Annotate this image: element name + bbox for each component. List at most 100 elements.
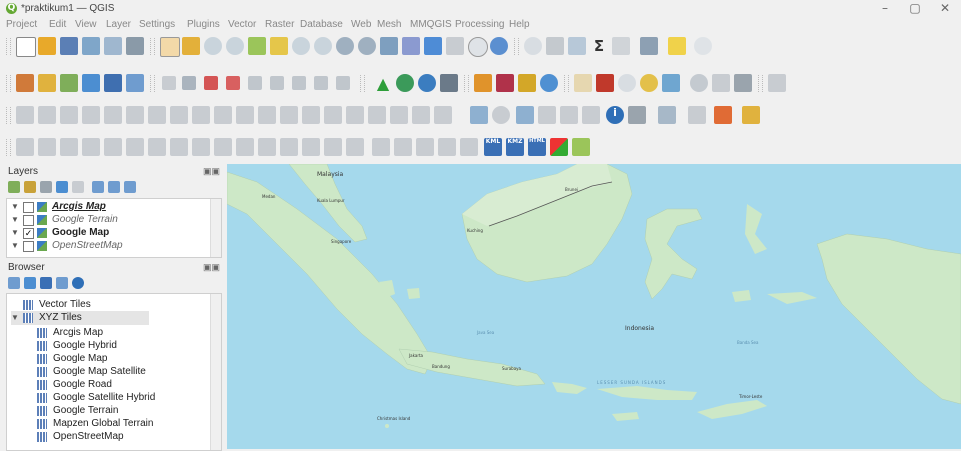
georeferencer-icon[interactable]	[396, 74, 414, 92]
layout-manager-icon[interactable]	[104, 37, 122, 55]
add-mesh-layer-icon[interactable]	[104, 74, 122, 92]
label-show-hide-icon[interactable]	[226, 76, 240, 90]
info-icon[interactable]: i	[606, 106, 624, 124]
label-diagram-icon[interactable]	[314, 76, 328, 90]
new-project-icon[interactable]	[16, 37, 36, 57]
close-button[interactable]: ✕	[930, 1, 960, 16]
layer-item-openstreetmap[interactable]: ▼ OpenStreetMap	[7, 240, 207, 253]
statistical-summary-icon[interactable]: Σ	[590, 37, 608, 55]
expand-all-icon[interactable]	[92, 181, 104, 193]
open-project-icon[interactable]	[38, 37, 56, 55]
reshape-icon[interactable]	[148, 106, 166, 124]
measure-icon[interactable]	[612, 37, 630, 55]
text-annotation-icon[interactable]	[688, 106, 706, 124]
trim-extend-icon[interactable]	[412, 106, 430, 124]
hillshade-tool-icon[interactable]	[460, 138, 478, 156]
panel-float-close-icon[interactable]: ▣▣	[203, 262, 220, 273]
plugins-icon[interactable]	[734, 74, 752, 92]
polygon-tool-icon[interactable]	[126, 138, 144, 156]
fill-ring-icon[interactable]	[302, 106, 320, 124]
select-by-location-icon[interactable]	[640, 74, 658, 92]
rotate-feature-icon[interactable]	[214, 106, 232, 124]
dissolve-tool-icon[interactable]	[302, 138, 320, 156]
toolbar-grip[interactable]	[150, 38, 155, 55]
map-canvas[interactable]: Malaysia Kuala Lumpur Medan Singapore Br…	[227, 164, 961, 449]
qgis2web-icon[interactable]	[550, 138, 568, 156]
advanced-digitizing-icon[interactable]	[516, 106, 534, 124]
save-project-icon[interactable]	[60, 37, 78, 55]
zoom-to-layer-icon[interactable]	[292, 37, 310, 55]
layer-checkbox[interactable]	[23, 202, 34, 213]
layers-scrollbar[interactable]	[210, 199, 221, 257]
menu-help[interactable]: Help	[509, 19, 530, 30]
menu-web[interactable]: Web	[351, 19, 371, 30]
map-tips-icon[interactable]	[668, 37, 686, 55]
zoom-out-icon[interactable]	[226, 37, 244, 55]
openlayers-icon[interactable]	[572, 138, 590, 156]
snap-icon[interactable]	[492, 106, 510, 124]
temporal-controller-icon[interactable]	[468, 37, 488, 57]
grass-tools-icon[interactable]	[440, 74, 458, 92]
regular-polygon-icon[interactable]	[104, 138, 122, 156]
zoom-full-icon[interactable]	[248, 37, 266, 55]
toolbar-grip[interactable]	[6, 38, 11, 55]
form-annotation-icon[interactable]	[742, 106, 760, 124]
filter-by-expression-icon[interactable]	[72, 181, 84, 193]
identify-features-icon[interactable]	[524, 37, 542, 55]
layer-item-google-map[interactable]: ▼ ✓ Google Map	[7, 227, 207, 240]
menu-view[interactable]: View	[75, 19, 97, 30]
expand-arrow-icon[interactable]: ▼	[11, 228, 19, 237]
digitizing-icon[interactable]	[16, 106, 34, 124]
delete-selected-icon[interactable]	[596, 74, 614, 92]
split-features-icon[interactable]	[170, 106, 188, 124]
expand-arrow-icon[interactable]: ▼	[11, 202, 19, 211]
vertex-editor-icon[interactable]	[16, 138, 34, 156]
add-vector-layer-icon[interactable]	[60, 74, 78, 92]
toolbar-grip[interactable]	[6, 107, 11, 124]
reverse-line-icon[interactable]	[390, 106, 408, 124]
measure-area-icon[interactable]	[192, 138, 210, 156]
add-group-icon[interactable]	[24, 181, 36, 193]
measure-angle-icon[interactable]	[170, 138, 188, 156]
wrench-icon[interactable]	[628, 106, 646, 124]
curve-tool-icon[interactable]	[148, 138, 166, 156]
remove-layer-icon[interactable]	[124, 181, 136, 193]
expand-arrow-icon[interactable]: ▼	[11, 313, 19, 322]
shape-digitizing-icon[interactable]	[538, 106, 556, 124]
pan-map-icon[interactable]	[470, 106, 488, 124]
html-annotation-icon[interactable]	[714, 106, 732, 124]
toolbar-grip[interactable]	[464, 75, 469, 92]
dem-tool-icon[interactable]	[416, 138, 434, 156]
offset-curve-icon[interactable]	[368, 106, 386, 124]
zoom-last-icon[interactable]	[336, 37, 354, 55]
menu-edit[interactable]: Edit	[49, 19, 66, 30]
processing-history-icon[interactable]	[496, 74, 514, 92]
minimize-button[interactable]: –	[870, 1, 900, 16]
filter-browser-icon[interactable]	[40, 277, 52, 289]
attribute-table-icon[interactable]	[546, 37, 564, 55]
processing-results-icon[interactable]	[518, 74, 536, 92]
menu-layer[interactable]: Layer	[106, 19, 131, 30]
add-ring-icon[interactable]	[258, 106, 276, 124]
data-source-manager-icon[interactable]	[16, 74, 34, 92]
processing-toolbox-icon[interactable]	[540, 74, 558, 92]
menu-database[interactable]: Database	[300, 19, 343, 30]
triangle-tool-icon[interactable]: ▲	[374, 74, 392, 93]
kmz-export-icon[interactable]: KMZ	[506, 138, 524, 156]
refresh-browser-icon[interactable]	[24, 277, 36, 289]
locator-icon[interactable]	[694, 37, 712, 55]
layer-checkbox[interactable]: ✓	[23, 228, 34, 239]
label-rotate-icon[interactable]	[270, 76, 284, 90]
add-raster-layer-icon[interactable]	[82, 74, 100, 92]
pan-hand-icon[interactable]	[160, 37, 180, 57]
add-line-icon[interactable]	[82, 106, 100, 124]
panel-float-close-icon[interactable]: ▣▣	[203, 166, 220, 177]
geoprocessing-icon[interactable]	[418, 74, 436, 92]
open-layer-styling-icon[interactable]	[8, 181, 20, 193]
show-bookmarks-icon[interactable]	[446, 37, 464, 55]
simplify-icon[interactable]	[236, 106, 254, 124]
merge-features-icon[interactable]	[192, 106, 210, 124]
zoom-native-icon[interactable]	[314, 37, 332, 55]
refresh-icon[interactable]	[490, 37, 508, 55]
layer-checkbox[interactable]	[23, 215, 34, 226]
